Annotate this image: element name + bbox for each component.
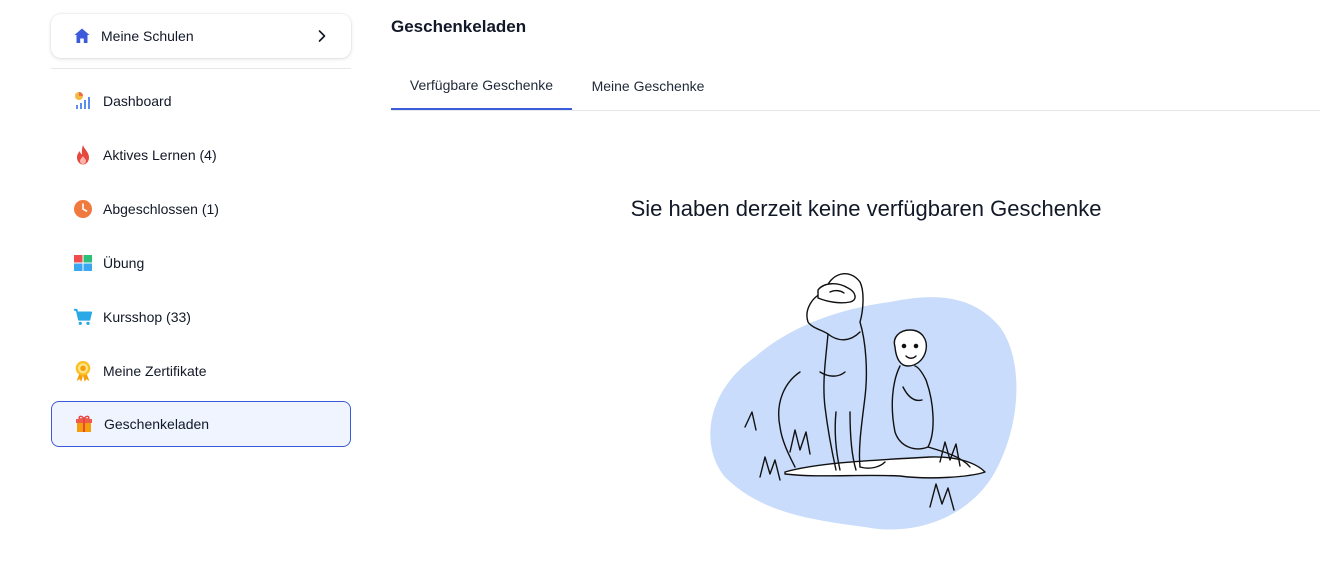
sidebar-item-label: Geschenkeladen (104, 416, 210, 432)
sidebar-item-label: Kursshop (33) (103, 309, 191, 325)
clock-icon (73, 199, 93, 219)
sidebar-item-label: Aktives Lernen (4) (103, 147, 217, 163)
flame-icon (73, 145, 93, 165)
sidebar-item-dashboard[interactable]: Dashboard (51, 78, 351, 124)
sidebar-item-completed[interactable]: Abgeschlossen (1) (51, 186, 351, 232)
sidebar-item-gift-shop[interactable]: Geschenkeladen (51, 401, 351, 447)
tab-available-gifts[interactable]: Verfügbare Geschenke (391, 62, 572, 110)
meerkats-illustration (700, 262, 1030, 542)
sidebar-divider (51, 68, 351, 69)
sidebar-item-label: Meine Zertifikate (103, 363, 207, 379)
sidebar-item-label: Abgeschlossen (1) (103, 201, 219, 217)
grid-blocks-icon (73, 253, 93, 273)
sidebar-item-active-learning[interactable]: Aktives Lernen (4) (51, 132, 351, 178)
empty-state-message: Sie haben derzeit keine verfügbaren Gesc… (630, 196, 1102, 221)
page-title: Geschenkeladen (391, 17, 527, 36)
tab-bar: Verfügbare Geschenke Meine Geschenke (391, 62, 1320, 111)
gift-icon (74, 414, 94, 434)
school-selector-button[interactable]: Meine Schulen (51, 14, 351, 58)
chevron-right-icon (315, 29, 329, 43)
sidebar-item-practice[interactable]: Übung (51, 240, 351, 286)
school-selector-label: Meine Schulen (101, 28, 194, 44)
sidebar: Meine Schulen Dashboard Aktives Lernen (… (0, 0, 370, 570)
certificate-badge-icon (73, 361, 93, 382)
sidebar-item-label: Übung (103, 255, 145, 271)
cart-icon (73, 307, 93, 327)
sidebar-item-course-shop[interactable]: Kursshop (33) (51, 294, 351, 340)
home-icon (73, 27, 91, 45)
sidebar-item-label: Dashboard (103, 93, 172, 109)
sidebar-item-certificates[interactable]: Meine Zertifikate (51, 348, 351, 394)
tab-my-gifts[interactable]: Meine Geschenke (572, 62, 724, 110)
dashboard-chart-icon (73, 91, 93, 111)
